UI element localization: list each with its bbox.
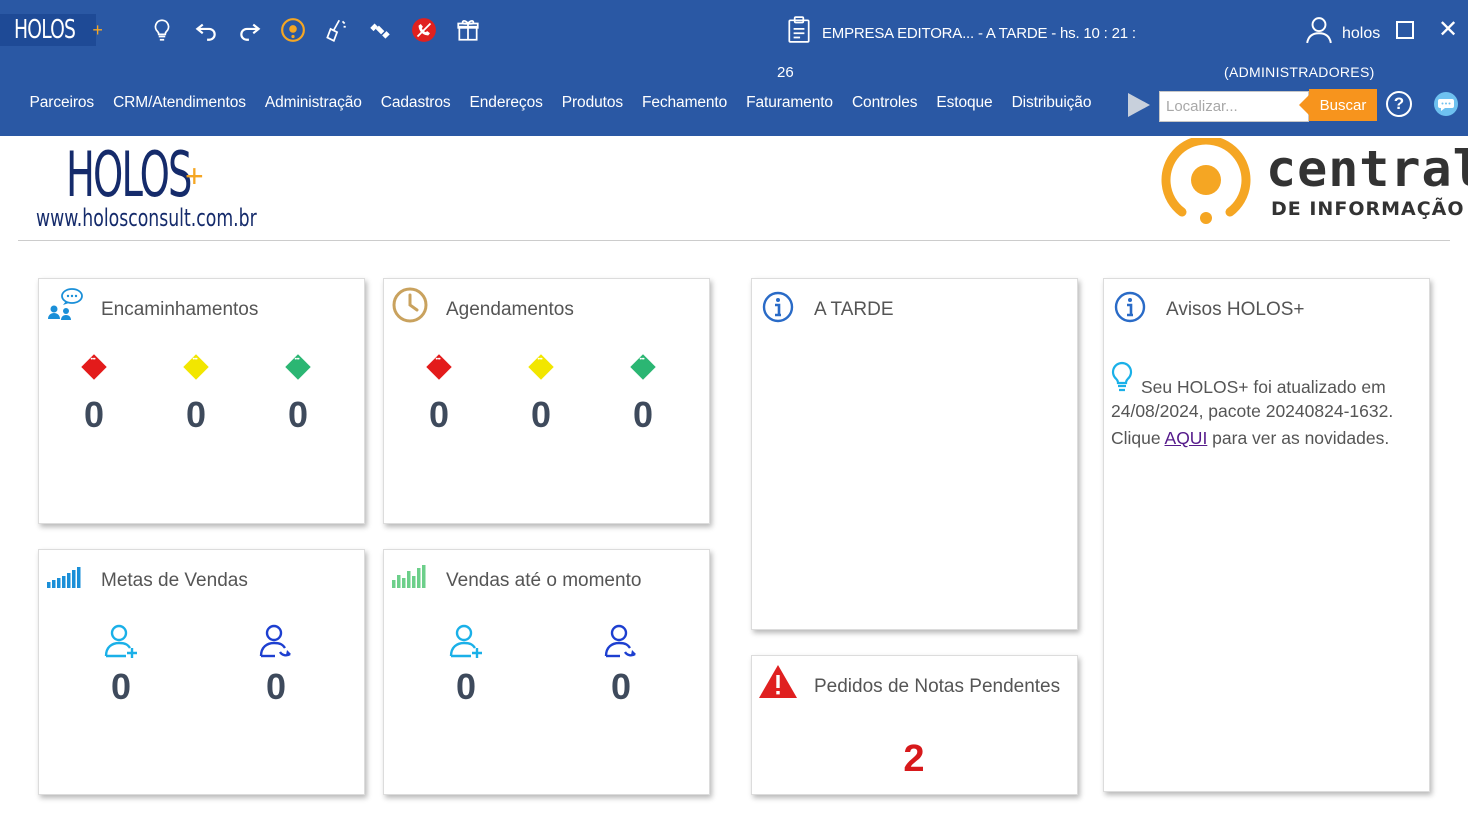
menu-item-faturamento[interactable]: Faturamento — [737, 94, 843, 116]
help-button[interactable]: ? — [1386, 91, 1412, 117]
menu-item-parceiros[interactable]: Parceiros — [20, 94, 104, 116]
menu-scroll-right-arrow-icon[interactable] — [1128, 93, 1150, 117]
app-logo-text: HOLOS — [14, 15, 76, 45]
card-a-tarde[interactable]: A TARDE — [751, 278, 1078, 630]
menu-item-cadastros[interactable]: Cadastros — [371, 94, 460, 116]
update-notice: Seu HOLOS+ foi atualizado em 24/08/2024,… — [1111, 375, 1421, 450]
update-notice-link-line: Clique AQUI para ver as novidades. — [1111, 428, 1390, 448]
count-green[interactable]: 0 — [623, 394, 663, 436]
main-menu: Parceiros CRM/Atendimentos Administração… — [20, 94, 1101, 116]
count-assigned-sales[interactable]: 0 — [601, 666, 641, 708]
update-notice-line: Seu HOLOS+ foi atualizado em 24/08/2024,… — [1111, 377, 1394, 421]
bar-chart-icon — [392, 565, 426, 588]
menu-item-produtos[interactable]: Produtos — [552, 94, 632, 116]
central-subtitle: DE INFORMAÇÃO — [1271, 198, 1465, 220]
status-red-icon — [426, 354, 452, 380]
brand-logo: HOLOS — [66, 142, 267, 208]
search-input[interactable] — [1159, 91, 1309, 122]
clock-icon — [392, 287, 428, 323]
signal-bars-icon — [47, 567, 81, 588]
lightbulb-icon[interactable] — [146, 14, 178, 46]
close-window-button[interactable]: ✕ — [1438, 18, 1458, 42]
user-icon — [1306, 17, 1332, 44]
menu-item-controles[interactable]: Controles — [842, 94, 926, 116]
status-red-icon — [81, 354, 107, 380]
card-vendas-ate-o-momento[interactable]: Vendas até o momento 0 0 — [383, 549, 710, 795]
menu-item-crm-atendimentos[interactable]: CRM/Atendimentos — [104, 94, 256, 116]
card-metas-de-vendas[interactable]: Metas de Vendas 0 0 — [38, 549, 365, 795]
chat-icon[interactable] — [1432, 91, 1460, 117]
location-pin-icon[interactable] — [277, 14, 309, 46]
user-menu[interactable]: holos — [1306, 16, 1380, 44]
status-yellow-icon — [528, 354, 554, 380]
redo-icon[interactable] — [234, 14, 266, 46]
top-header: HOLOS + EMPRESA EDITORA... - A TARDE - hs… — [0, 0, 1468, 136]
count-new-sales[interactable]: 0 — [446, 666, 486, 708]
card-title: A TARDE — [814, 299, 894, 320]
search-button[interactable]: Buscar — [1299, 89, 1377, 121]
window-title-continued: 26 — [777, 64, 794, 81]
menu-item-fechamento[interactable]: Fechamento — [633, 94, 737, 116]
count-yellow[interactable]: 0 — [521, 394, 561, 436]
info-icon — [1114, 291, 1146, 323]
user-name: holos — [1342, 25, 1381, 42]
card-pedidos-notas-pendentes[interactable]: Pedidos de Notas Pendentes 2 — [751, 655, 1078, 795]
brand-plus: + — [185, 158, 204, 194]
status-yellow-icon — [183, 354, 209, 380]
window-title-area: EMPRESA EDITORA... - A TARDE - hs. 10 : … — [786, 16, 1136, 44]
warning-icon — [759, 665, 797, 698]
menu-item-estoque[interactable]: Estoque — [927, 94, 1002, 116]
satellite-icon[interactable] — [364, 14, 396, 46]
menu-item-administracao[interactable]: Administração — [255, 94, 371, 116]
menu-item-distribuicao[interactable]: Distribuição — [1002, 94, 1101, 116]
card-title: Pedidos de Notas Pendentes — [814, 676, 1061, 697]
card-title: Agendamentos — [446, 299, 574, 320]
people-chat-icon — [48, 288, 83, 320]
card-title: Encaminhamentos — [101, 299, 259, 320]
info-icon — [762, 291, 794, 323]
app-logo[interactable]: HOLOS + — [0, 14, 103, 46]
count-assigned-goals[interactable]: 0 — [256, 666, 296, 708]
person-arrow-icon — [259, 624, 291, 658]
person-arrow-icon — [604, 624, 636, 658]
add-person-icon — [449, 624, 482, 658]
menu-item-enderecos[interactable]: Endereços — [460, 94, 552, 116]
undo-icon[interactable] — [190, 14, 222, 46]
card-title: Metas de Vendas — [101, 570, 248, 591]
count-new-goals[interactable]: 0 — [101, 666, 141, 708]
central-info-logo-icon — [1161, 138, 1251, 224]
pending-count[interactable]: 2 — [892, 738, 936, 781]
maximize-window-button[interactable] — [1396, 21, 1414, 39]
gift-icon[interactable] — [452, 14, 484, 46]
card-title: Vendas até o momento — [446, 570, 642, 591]
card-avisos-holos[interactable]: Avisos HOLOS+ Seu HOLOS+ foi atualizado … — [1103, 278, 1430, 792]
count-red[interactable]: 0 — [419, 394, 459, 436]
brand-url: www.holosconsult.com.br — [36, 204, 257, 232]
count-yellow[interactable]: 0 — [176, 394, 216, 436]
central-title: central — [1266, 140, 1468, 198]
card-agendamentos[interactable]: Agendamentos 0 0 0 — [383, 278, 710, 524]
update-notes-link[interactable]: AQUI — [1165, 428, 1208, 448]
phone-hangup-icon[interactable] — [408, 14, 440, 46]
header-divider — [18, 240, 1450, 241]
user-role: (ADMINISTRADORES) — [1224, 64, 1375, 80]
window-title: EMPRESA EDITORA... - A TARDE - hs. 10 : … — [822, 24, 1136, 42]
card-title: Avisos HOLOS+ — [1166, 299, 1305, 320]
clipboard-icon — [788, 16, 810, 43]
add-person-icon — [104, 624, 137, 658]
count-green[interactable]: 0 — [278, 394, 318, 436]
brand-name: HOLOS — [66, 138, 192, 211]
status-green-icon — [630, 354, 656, 380]
broom-icon[interactable] — [320, 14, 352, 46]
count-red[interactable]: 0 — [74, 394, 114, 436]
status-green-icon — [285, 354, 311, 380]
card-encaminhamentos[interactable]: Encaminhamentos 0 0 0 — [38, 278, 365, 524]
